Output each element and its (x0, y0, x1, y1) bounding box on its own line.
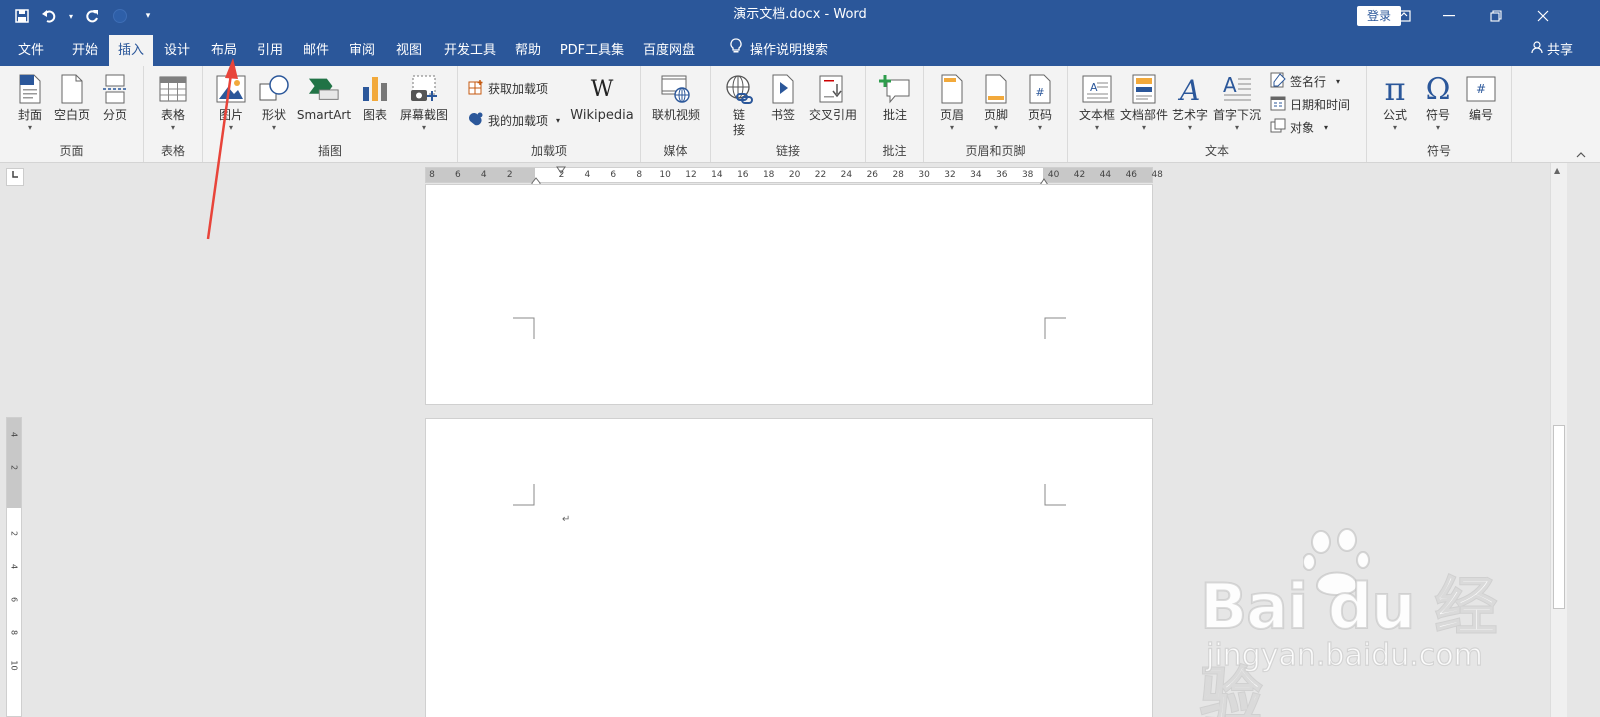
baidu-jingyan-watermark: Bai du 经验 jingyan.baidu.com (1199, 528, 1500, 717)
watermark-brand: Bai du 经验 (1199, 569, 1498, 717)
watermark-url: jingyan.baidu.com (1205, 637, 1483, 673)
